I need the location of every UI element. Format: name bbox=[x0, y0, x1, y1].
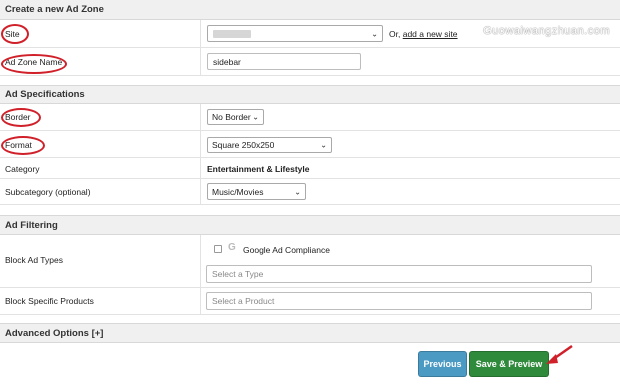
block-product-input[interactable]: Select a Product bbox=[206, 292, 592, 310]
google-icon: G bbox=[228, 242, 236, 253]
format-row: Format Square 250x250 ⌄ bbox=[0, 131, 620, 158]
subcategory-label: Subcategory (optional) bbox=[5, 187, 91, 197]
zone-name-row: Ad Zone Name sidebar bbox=[0, 48, 620, 76]
format-annotation-circle bbox=[1, 136, 45, 155]
subcategory-row: Subcategory (optional) Music/Movies ⌄ bbox=[0, 179, 620, 205]
save-preview-button[interactable]: Save & Preview bbox=[469, 351, 549, 377]
section-create-ad-zone: Create a new Ad Zone bbox=[0, 0, 620, 20]
category-label: Category bbox=[5, 164, 40, 174]
zone-name-input[interactable]: sidebar bbox=[207, 53, 361, 70]
format-value: Square 250x250 bbox=[212, 140, 275, 150]
subcategory-select[interactable]: Music/Movies ⌄ bbox=[207, 183, 306, 200]
zone-name-annotation-circle bbox=[1, 54, 67, 74]
section-ad-specifications: Ad Specifications bbox=[0, 85, 620, 104]
chevron-down-icon: ⌄ bbox=[252, 112, 259, 122]
block-type-input[interactable]: Select a Type bbox=[206, 265, 592, 283]
section-title: Ad Filtering bbox=[5, 220, 58, 231]
border-annotation-circle bbox=[1, 108, 41, 127]
site-or-text: Or, bbox=[389, 29, 401, 39]
format-select[interactable]: Square 250x250 ⌄ bbox=[207, 137, 332, 153]
border-select[interactable]: No Border ⌄ bbox=[207, 109, 264, 125]
site-select[interactable]: ⌄ bbox=[207, 25, 383, 42]
add-new-site-link[interactable]: add a new site bbox=[403, 29, 458, 39]
subcategory-value: Music/Movies bbox=[212, 186, 264, 197]
block-ad-types-label: Block Ad Types bbox=[5, 255, 63, 265]
section-advanced-options[interactable]: Advanced Options [+] bbox=[0, 323, 620, 343]
category-row: Category Entertainment & Lifestyle bbox=[0, 158, 620, 179]
site-value-redacted bbox=[213, 30, 251, 38]
section-title: Create a new Ad Zone bbox=[5, 4, 104, 15]
chevron-down-icon: ⌄ bbox=[294, 187, 301, 196]
border-row: Border No Border ⌄ bbox=[0, 104, 620, 131]
google-compliance-label: Google Ad Compliance bbox=[243, 245, 330, 255]
border-value: No Border bbox=[212, 112, 251, 122]
google-compliance-checkbox[interactable] bbox=[214, 245, 222, 253]
block-products-label: Block Specific Products bbox=[5, 296, 94, 306]
section-title[interactable]: Advanced Options [+] bbox=[5, 328, 103, 339]
watermark-text: Guowaiwangzhuan.com bbox=[483, 25, 610, 37]
section-ad-filtering: Ad Filtering bbox=[0, 215, 620, 235]
previous-button[interactable]: Previous bbox=[418, 351, 467, 377]
section-title: Ad Specifications bbox=[5, 89, 85, 100]
category-value: Entertainment & Lifestyle bbox=[207, 164, 310, 174]
site-annotation-circle bbox=[1, 24, 29, 44]
arrow-annotation-icon bbox=[546, 344, 573, 364]
block-ad-types-row: Block Ad Types G Google Ad Compliance Se… bbox=[0, 235, 620, 288]
block-products-row: Block Specific Products Select a Product bbox=[0, 288, 620, 315]
chevron-down-icon: ⌄ bbox=[371, 29, 378, 38]
chevron-down-icon: ⌄ bbox=[320, 140, 327, 150]
